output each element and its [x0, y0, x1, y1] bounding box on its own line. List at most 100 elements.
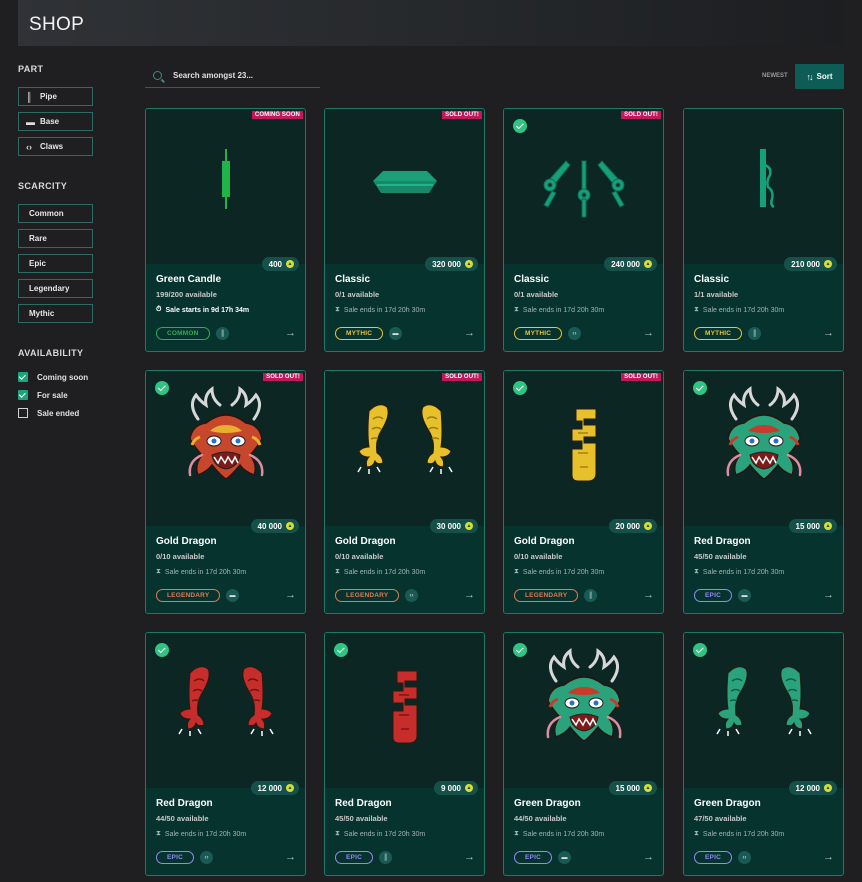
price-tag: 40 000 ▲ [250, 519, 299, 533]
rarity-badge: LEGENDARY [514, 589, 579, 602]
sale-timer-text: Sale ends in 17d 20h 30m [522, 830, 605, 838]
product-card[interactable]: SOLD OUT! 40 000 ▲ Gold Dragon 0/10 avai… [145, 370, 306, 614]
hourglass-icon: ⧗ [694, 306, 699, 313]
checkbox-checked[interactable] [18, 390, 28, 400]
arrow-right-icon[interactable]: → [643, 851, 654, 863]
checkbox-checked[interactable] [18, 372, 28, 382]
sort-label: Sort [816, 72, 833, 81]
owned-check-icon [693, 643, 707, 657]
price-value: 240 000 [611, 259, 640, 269]
filter-part-base[interactable]: ▬ Base [18, 112, 93, 131]
pipe-icon: ║ [584, 589, 597, 602]
claws-icon: ‹› [738, 851, 751, 864]
sort-order-label[interactable]: NEWEST [762, 73, 788, 79]
product-artwork [760, 149, 775, 209]
price-value: 30 000 [436, 521, 461, 531]
availability-for-sale[interactable]: For sale [18, 389, 118, 401]
product-card[interactable]: 9 000 ▲ Red Dragon 45/50 available ⧗ Sal… [324, 632, 485, 876]
filter-sidebar: PART ║ Pipe ▬ Base ‹› Claws SCARCITY Com… [18, 64, 118, 419]
coin-icon: ▲ [824, 522, 832, 530]
arrow-right-icon[interactable]: → [464, 851, 475, 863]
sale-timer: ⏱ Sale starts in 9d 17h 34m [156, 306, 249, 314]
coin-icon: ▲ [465, 260, 473, 268]
product-name: Green Dragon [514, 798, 581, 809]
rarity-badge: MYTHIC [335, 327, 384, 340]
product-card[interactable]: SOLD OUT! 30 000 ▲ Gold Dragon 0/10 avai… [324, 370, 485, 614]
checkbox-unchecked[interactable] [18, 408, 28, 418]
product-artwork [188, 385, 264, 480]
arrow-right-icon[interactable]: → [285, 589, 296, 601]
product-name: Red Dragon [694, 536, 751, 547]
sale-timer: ⧗ Sale ends in 17d 20h 30m [335, 568, 425, 576]
sale-timer-text: Sale ends in 17d 20h 30m [164, 568, 247, 576]
product-image [325, 633, 484, 788]
rarity-badge: MYTHIC [514, 327, 563, 340]
arrow-right-icon[interactable]: → [823, 327, 834, 339]
sale-timer: ⧗ Sale ends in 17d 20h 30m [335, 306, 425, 314]
sale-timer: ⧗ Sale ends in 17d 20h 30m [156, 568, 246, 576]
product-card[interactable]: 12 000 ▲ Red Dragon 44/50 available ⧗ Sa… [145, 632, 306, 876]
sale-timer: ⧗ Sale ends in 17d 20h 30m [335, 830, 425, 838]
filter-part-pipe[interactable]: ║ Pipe [18, 87, 93, 106]
sort-button[interactable]: ↑↓ Sort [795, 64, 844, 89]
sale-timer-text: Sale ends in 17d 20h 30m [343, 306, 426, 314]
product-card[interactable]: COMING SOON 400 ▲ Green Candle 199/200 a… [145, 108, 306, 352]
filter-scarcity-epic[interactable]: Epic [18, 254, 93, 273]
owned-check-icon [513, 643, 527, 657]
price-value: 9 000 [440, 783, 461, 793]
sale-timer: ⧗ Sale ends in 17d 20h 30m [514, 568, 604, 576]
arrow-right-icon[interactable]: → [285, 327, 296, 339]
price-tag: 240 000 ▲ [604, 257, 657, 271]
product-card[interactable]: SOLD OUT! 240 000 ▲ Classic 0/1 availabl… [503, 108, 664, 352]
arrow-right-icon[interactable]: → [823, 589, 834, 601]
product-card[interactable]: SOLD OUT! 20 000 ▲ Gold Dragon 0/10 avai… [503, 370, 664, 614]
clock-icon: ⏱ [156, 306, 162, 313]
sale-timer-text: Sale starts in 9d 17h 34m [165, 306, 250, 314]
filter-scarcity-mythic[interactable]: Mythic [18, 304, 93, 323]
filter-scarcity-rare[interactable]: Rare [18, 229, 93, 248]
arrow-right-icon[interactable]: → [643, 589, 654, 601]
search-placeholder: Search amongst 23... [173, 71, 254, 80]
sale-timer: ⧗ Sale ends in 17d 20h 30m [694, 568, 784, 576]
arrow-right-icon[interactable]: → [823, 851, 834, 863]
hourglass-icon: ⧗ [335, 306, 340, 313]
product-card[interactable]: 210 000 ▲ Classic 1/1 available ⧗ Sale e… [683, 108, 844, 352]
price-value: 400 [268, 259, 282, 269]
filter-scarcity-legendary[interactable]: Legendary [18, 279, 93, 298]
availability-coming-soon[interactable]: Coming soon [18, 371, 118, 383]
product-artwork [178, 666, 274, 736]
availability-count: 0/10 available [514, 552, 563, 561]
arrow-right-icon[interactable]: → [643, 327, 654, 339]
coin-icon: ▲ [644, 784, 652, 792]
price-value: 15 000 [615, 783, 640, 793]
sale-timer-text: Sale ends in 17d 20h 30m [522, 568, 605, 576]
product-image [325, 371, 484, 526]
status-badge: SOLD OUT! [621, 373, 661, 381]
product-name: Gold Dragon [156, 536, 217, 547]
status-badge: COMING SOON [251, 111, 303, 119]
availability-sale-ended[interactable]: Sale ended [18, 407, 118, 419]
filter-scarcity-common[interactable]: Common [18, 204, 93, 223]
product-name: Green Candle [156, 274, 222, 285]
filter-part-claws[interactable]: ‹› Claws [18, 137, 93, 156]
arrow-right-icon[interactable]: → [464, 589, 475, 601]
product-card[interactable]: 12 000 ▲ Green Dragon 47/50 available ⧗ … [683, 632, 844, 876]
product-card[interactable]: 15 000 ▲ Red Dragon 45/50 available ⧗ Sa… [683, 370, 844, 614]
checkbox-label: Sale ended [37, 408, 80, 418]
search-input[interactable]: Search amongst 23... [145, 64, 320, 88]
arrow-right-icon[interactable]: → [464, 327, 475, 339]
search-icon [153, 71, 162, 80]
product-name: Green Dragon [694, 798, 761, 809]
product-image [504, 371, 663, 526]
sale-timer-text: Sale ends in 17d 20h 30m [702, 306, 785, 314]
price-value: 320 000 [432, 259, 461, 269]
product-card[interactable]: SOLD OUT! 320 000 ▲ Classic 0/1 availabl… [324, 108, 485, 352]
shop-header: SHOP [18, 0, 844, 46]
base-icon: ▬ [26, 116, 35, 127]
product-name: Red Dragon [156, 798, 213, 809]
sale-timer-text: Sale ends in 17d 20h 30m [702, 568, 785, 576]
price-tag: 12 000 ▲ [788, 781, 837, 795]
arrow-right-icon[interactable]: → [285, 851, 296, 863]
product-card[interactable]: 15 000 ▲ Green Dragon 44/50 available ⧗ … [503, 632, 664, 876]
product-name: Gold Dragon [514, 536, 575, 547]
